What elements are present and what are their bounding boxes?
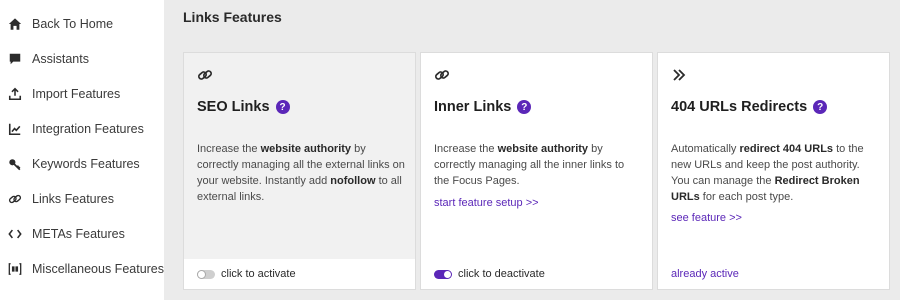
toggle-knob <box>444 270 451 278</box>
import-icon <box>8 87 22 101</box>
desc-text: Increase the <box>197 143 261 155</box>
sidebar-item-label: Assistants <box>32 52 89 66</box>
card-footer: already active <box>658 259 889 289</box>
key-icon <box>8 157 22 171</box>
desc-bold: website authority <box>260 143 352 155</box>
link-icon <box>434 67 450 83</box>
sidebar-item-label: Links Features <box>32 192 114 206</box>
sidebar-item-label: Import Features <box>32 87 121 101</box>
help-icon[interactable]: ? <box>275 100 290 114</box>
sidebar: Back To Home Assistants Import Features … <box>0 0 164 300</box>
feature-card-404-redirects: 404 URLs Redirects ? Automatically redir… <box>657 52 890 290</box>
code-icon <box>8 227 22 241</box>
status-already-active: already active <box>671 268 739 280</box>
sidebar-item-links-features[interactable]: Links Features <box>8 187 114 211</box>
home-icon <box>8 17 22 31</box>
sidebar-item-label: Keywords Features <box>32 157 140 171</box>
desc-text: Increase the <box>434 143 498 155</box>
card-footer: click to activate <box>184 259 415 289</box>
toggle-knob <box>198 270 205 278</box>
help-icon[interactable]: ? <box>517 100 532 114</box>
card-description: Automatically redirect 404 URLs to the n… <box>671 141 881 205</box>
desc-text: for each post type. <box>699 191 794 203</box>
sidebar-item-label: Miscellaneous Features <box>32 262 165 276</box>
link-icon <box>197 67 213 83</box>
card-description: Increase the website authority by correc… <box>197 141 407 205</box>
chart-icon <box>8 122 22 136</box>
sidebar-item-assistants[interactable]: Assistants <box>8 47 89 71</box>
misc-icon <box>8 262 22 276</box>
card-title-text: SEO Links <box>197 99 270 115</box>
see-feature-link[interactable]: see feature >> <box>671 212 742 224</box>
card-title: SEO Links ? <box>197 99 290 115</box>
feature-card-inner-links: Inner Links ? Increase the website autho… <box>420 52 653 290</box>
sidebar-item-label: Integration Features <box>32 122 144 136</box>
card-title: Inner Links ? <box>434 99 532 115</box>
start-feature-setup-link[interactable]: start feature setup >> <box>434 197 539 209</box>
card-title: 404 URLs Redirects ? <box>671 99 828 115</box>
sidebar-item-miscellaneous-features[interactable]: Miscellaneous Features <box>8 257 164 281</box>
card-title-text: Inner Links <box>434 99 512 115</box>
sidebar-item-label: METAs Features <box>32 227 125 241</box>
help-icon[interactable]: ? <box>813 100 828 114</box>
sidebar-item-metas-features[interactable]: METAs Features <box>8 222 125 246</box>
card-footer: click to deactivate <box>421 259 652 289</box>
sidebar-item-import-features[interactable]: Import Features <box>8 82 120 106</box>
toggle-label[interactable]: click to deactivate <box>458 268 545 280</box>
desc-bold: website authority <box>497 143 589 155</box>
toggle-label[interactable]: click to activate <box>221 268 296 280</box>
card-title-text: 404 URLs Redirects <box>671 99 808 115</box>
desc-bold: nofollow <box>330 175 376 187</box>
desc-bold: redirect 404 URLs <box>739 143 834 155</box>
deactivate-toggle[interactable] <box>434 269 452 279</box>
card-description: Increase the website authority by correc… <box>434 141 634 189</box>
feature-card-seo-links: SEO Links ? Increase the website authori… <box>183 52 416 290</box>
chat-icon <box>8 52 22 66</box>
sidebar-item-keywords-features[interactable]: Keywords Features <box>8 152 140 176</box>
sidebar-item-back-to-home[interactable]: Back To Home <box>8 12 113 36</box>
activate-toggle[interactable] <box>197 269 215 279</box>
desc-text: Automatically <box>671 143 740 155</box>
page-title: Links Features <box>183 9 282 25</box>
double-chevron-icon <box>671 67 687 83</box>
sidebar-item-integration-features[interactable]: Integration Features <box>8 117 144 141</box>
sidebar-item-label: Back To Home <box>32 17 114 31</box>
link-icon <box>8 192 22 206</box>
